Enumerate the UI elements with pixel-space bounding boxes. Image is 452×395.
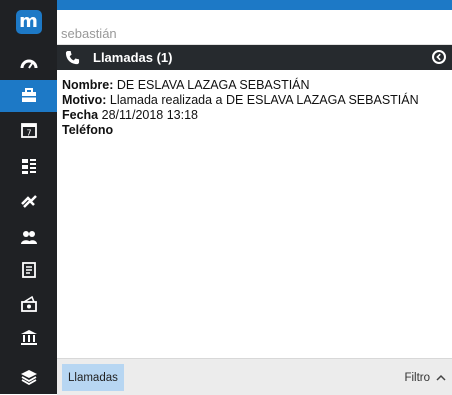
- layers-icon: [20, 370, 37, 385]
- top-accent-bar: [57, 0, 452, 10]
- call-record: Nombre: DE ESLAVA LAZAGA SEBASTIÁN Motiv…: [62, 78, 447, 138]
- nombre-value: DE ESLAVA LAZAGA SEBASTIÁN: [113, 78, 310, 92]
- filter-label: Filtro: [404, 371, 430, 384]
- sidebar-item-list[interactable]: [0, 150, 57, 182]
- money-icon: [20, 295, 37, 312]
- bottom-bar: Llamadas Filtro: [57, 358, 452, 395]
- svg-text:7: 7: [26, 129, 31, 138]
- telefono-label: Teléfono: [62, 123, 114, 137]
- sidebar-item-handshake[interactable]: [0, 185, 57, 217]
- back-circle-icon[interactable]: [432, 50, 446, 64]
- briefcase-icon: [21, 88, 36, 102]
- document-icon: [21, 262, 36, 278]
- search-bar: [57, 24, 452, 45]
- nombre-row: Nombre: DE ESLAVA LAZAGA SEBASTIÁN: [62, 78, 447, 93]
- motivo-value: Llamada realizada a DE ESLAVA LAZAGA SEB…: [106, 93, 419, 107]
- sidebar-item-layers[interactable]: [0, 360, 57, 392]
- tab-llamadas[interactable]: Llamadas: [62, 364, 124, 391]
- handshake-icon: [20, 195, 37, 208]
- app-window: m 7 sebastián Llamadas (1) Nombre: DE ES…: [0, 0, 452, 395]
- dashboard-icon: [20, 59, 37, 69]
- telefono-row: Teléfono: [62, 123, 447, 138]
- motivo-label: Motivo:: [62, 93, 107, 107]
- search-input[interactable]: [61, 24, 441, 42]
- list-icon: [21, 159, 36, 174]
- fecha-value: 28/11/2018 13:18: [98, 108, 199, 122]
- fecha-row: Fecha 28/11/2018 13:18: [62, 108, 447, 123]
- sidebar-item-briefcase[interactable]: [0, 80, 57, 112]
- contacts-icon: [20, 231, 37, 244]
- phone-icon: [65, 50, 81, 66]
- logo-icon: m: [15, 10, 42, 34]
- filter-button[interactable]: Filtro: [404, 364, 446, 391]
- chevron-up-icon: [436, 374, 446, 381]
- sidebar-item-dashboard[interactable]: [0, 48, 57, 80]
- panel-header: Llamadas (1): [57, 45, 452, 70]
- calendar-icon: 7: [20, 123, 37, 138]
- sidebar: m 7: [0, 0, 57, 394]
- bank-icon: [20, 330, 37, 345]
- nombre-label: Nombre:: [62, 78, 114, 92]
- sidebar-item-contacts[interactable]: [0, 221, 57, 253]
- sidebar-item-bank[interactable]: [0, 321, 57, 353]
- sidebar-item-money[interactable]: [0, 288, 57, 320]
- fecha-label: Fecha: [62, 108, 99, 122]
- app-logo[interactable]: m: [0, 0, 57, 44]
- sidebar-item-document[interactable]: [0, 254, 57, 286]
- motivo-row: Motivo: Llamada realizada a DE ESLAVA LA…: [62, 93, 447, 108]
- sidebar-item-calendar[interactable]: 7: [0, 114, 57, 146]
- panel-title: Llamadas (1): [93, 50, 173, 65]
